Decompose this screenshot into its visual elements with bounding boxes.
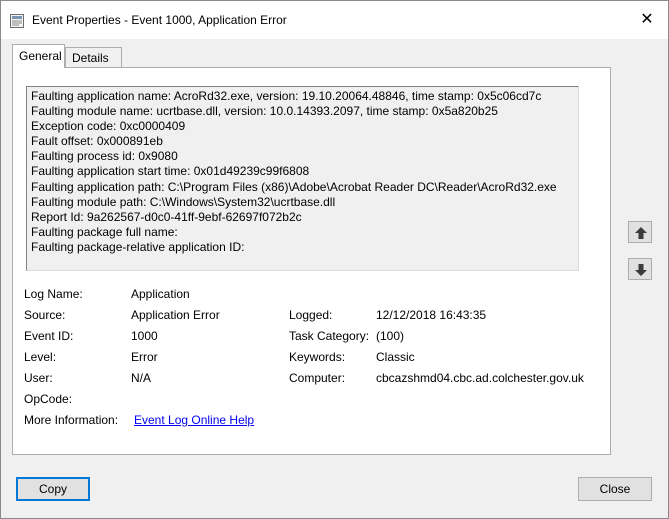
- description-line: Faulting process id: 0x9080: [31, 149, 178, 164]
- copy-button[interactable]: Copy: [16, 477, 90, 501]
- arrow-up-icon: [635, 227, 647, 239]
- event-log-online-help-link[interactable]: Event Log Online Help: [134, 413, 254, 427]
- event-properties-icon: [9, 13, 25, 29]
- event-properties-window: Event Properties - Event 1000, Applicati…: [0, 0, 669, 519]
- window-bottom-edge: [1, 510, 668, 518]
- window-title: Event Properties - Event 1000, Applicati…: [32, 13, 287, 27]
- close-icon[interactable]: ✕: [636, 9, 658, 31]
- event-description[interactable]: Faulting application name: AcroRd32.exe,…: [26, 86, 579, 271]
- task-category-value: (100): [376, 329, 405, 343]
- description-line: Faulting package-relative application ID…: [31, 239, 245, 254]
- user-label: User:: [24, 371, 53, 385]
- event-id-value: 1000: [131, 329, 158, 343]
- log-name-value: Application: [131, 287, 190, 301]
- level-label: Level:: [24, 350, 57, 364]
- computer-value: cbcazshmd04.cbc.ad.colchester.gov.uk: [376, 371, 584, 385]
- task-category-label: Task Category:: [289, 329, 370, 343]
- logged-value: 12/12/2018 16:43:35: [376, 308, 487, 322]
- title-bar[interactable]: Event Properties - Event 1000, Applicati…: [1, 1, 668, 39]
- description-line: Faulting module name: ucrtbase.dll, vers…: [31, 104, 498, 119]
- description-line: Exception code: 0xc0000409: [31, 119, 186, 134]
- description-line: Faulting module path: C:\Windows\System3…: [31, 194, 336, 209]
- description-line: Faulting application start time: 0x01d49…: [31, 164, 310, 179]
- event-id-label: Event ID:: [24, 329, 74, 343]
- description-line: Report Id: 9a262567-d0c0-41ff-9ebf-62697…: [31, 209, 302, 224]
- opcode-label: OpCode:: [24, 392, 73, 406]
- description-line: Fault offset: 0x000891eb: [31, 134, 163, 149]
- keywords-label: Keywords:: [289, 350, 346, 364]
- general-panel: Faulting application name: AcroRd32.exe,…: [12, 67, 611, 455]
- logged-label: Logged:: [289, 308, 333, 322]
- description-line: Faulting application name: AcroRd32.exe,…: [31, 89, 542, 103]
- keywords-value: Classic: [376, 350, 415, 364]
- tab-general[interactable]: General: [12, 44, 65, 68]
- user-value: N/A: [131, 371, 152, 385]
- previous-event-button[interactable]: [628, 221, 652, 243]
- next-event-button[interactable]: [628, 258, 652, 280]
- source-value: Application Error: [131, 308, 220, 322]
- tab-details[interactable]: Details: [65, 47, 122, 68]
- description-line: Faulting package full name:: [31, 224, 178, 239]
- arrow-down-icon: [635, 264, 647, 276]
- source-label: Source:: [24, 308, 66, 322]
- description-line: Faulting application path: C:\Program Fi…: [31, 179, 557, 194]
- log-name-label: Log Name:: [24, 287, 83, 301]
- computer-label: Computer:: [289, 371, 346, 385]
- more-information-label: More Information:: [24, 413, 119, 427]
- level-value: Error: [131, 350, 158, 364]
- close-button[interactable]: Close: [578, 477, 652, 501]
